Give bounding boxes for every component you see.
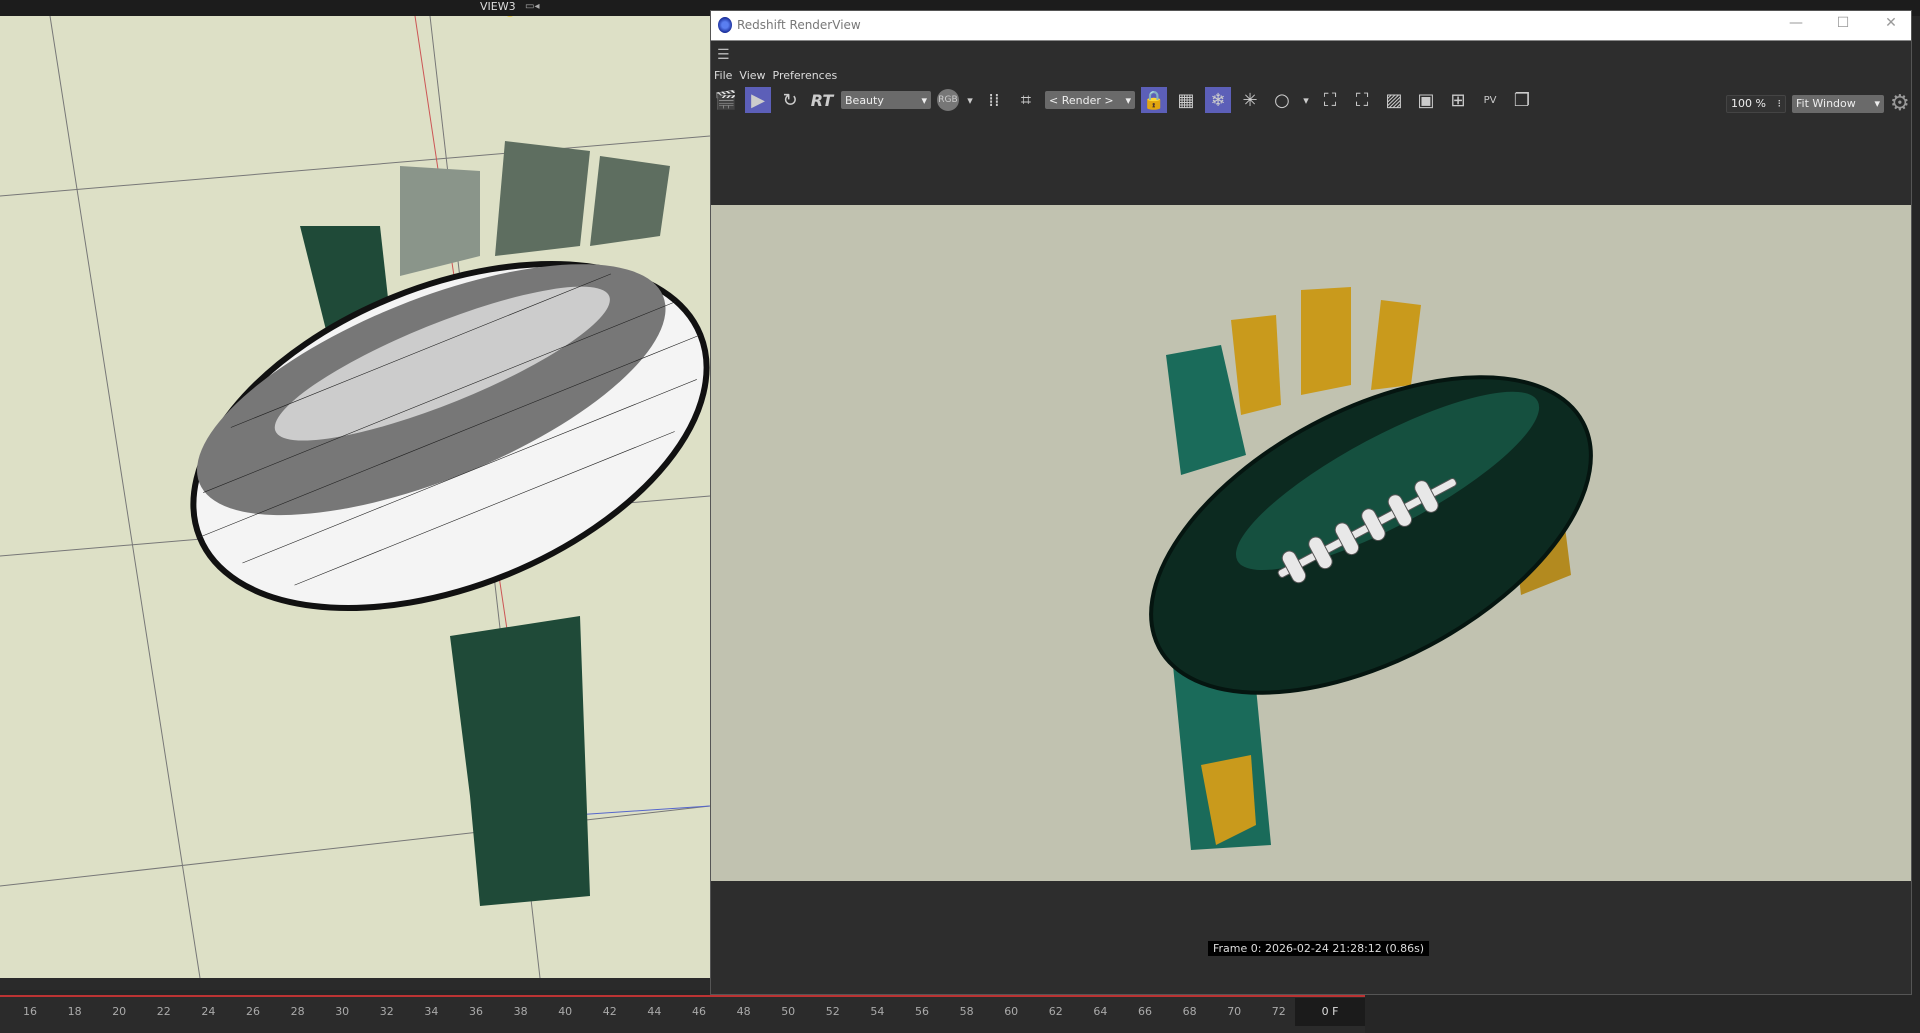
window-title: Redshift RenderView xyxy=(737,18,861,32)
timeline-tick: 54 xyxy=(870,1005,885,1018)
minimize-button[interactable]: — xyxy=(1786,15,1806,31)
grid-icon[interactable]: ▦ xyxy=(1173,87,1199,113)
chevron-down-icon: ▾ xyxy=(1874,97,1880,110)
timeline-tick: 62 xyxy=(1048,1005,1063,1018)
timeline-tick: 34 xyxy=(424,1005,439,1018)
clapper-icon[interactable]: 🎬 xyxy=(713,87,739,113)
viewport-scene xyxy=(0,16,710,978)
timeline-tick: 36 xyxy=(469,1005,483,1018)
image-icon[interactable]: ▣ xyxy=(1413,87,1439,113)
dot-grid-icon[interactable]: ⁞⁞ xyxy=(981,87,1007,113)
aov-select[interactable]: Beauty ▾ xyxy=(841,91,931,109)
renderview-window: Redshift RenderView — ☐ ✕ ☰ File View Pr… xyxy=(710,10,1912,995)
timeline-tick: 22 xyxy=(156,1005,171,1018)
timeline-tick: 24 xyxy=(201,1005,216,1018)
fit-select[interactable]: Fit Window ▾ xyxy=(1792,94,1884,113)
chevron-down-icon[interactable]: ▾ xyxy=(965,87,975,113)
timeline-tick: 40 xyxy=(558,1005,573,1018)
timeline-tick: 16 xyxy=(23,1005,37,1018)
rendered-football-scene xyxy=(1149,287,1593,850)
aov-select-value: Beauty xyxy=(845,93,884,107)
timeline-tick: 66 xyxy=(1138,1005,1152,1018)
snowflake-g-icon[interactable]: ✳ xyxy=(1237,87,1263,113)
rgb-button[interactable]: RGB xyxy=(937,89,959,111)
fit-select-value: Fit Window xyxy=(1796,97,1856,110)
lock-icon[interactable]: 🔒 xyxy=(1141,87,1167,113)
timeline-tick: 48 xyxy=(736,1005,751,1018)
rt-button[interactable]: RT xyxy=(809,87,835,113)
camera-select[interactable]: < Render > ▾ xyxy=(1045,91,1135,109)
timeline-tick: 42 xyxy=(602,1005,617,1018)
timeline-tick: 58 xyxy=(959,1005,974,1018)
zoom-controls: 100 % ⁝ Fit Window ▾ ⚙ xyxy=(1726,91,1910,116)
timeline-tick: 20 xyxy=(112,1005,127,1018)
3d-viewport[interactable] xyxy=(0,16,710,978)
timeline-tick: 26 xyxy=(246,1005,260,1018)
hamburger-menu-icon[interactable]: ☰ xyxy=(717,47,730,63)
menu-bar: File View Preferences xyxy=(714,69,837,82)
zoom-input[interactable]: 100 % ⁝ xyxy=(1726,94,1786,113)
timeline-tick: 68 xyxy=(1182,1005,1197,1018)
redshift-logo-icon xyxy=(718,17,732,33)
menu-preferences[interactable]: Preferences xyxy=(773,69,838,82)
timeline-tick: 46 xyxy=(692,1005,706,1018)
render-image xyxy=(711,205,1911,881)
hatch-icon[interactable]: ▨ xyxy=(1381,87,1407,113)
frame-info: Frame 0: 2026-02-24 21:28:12 (0.86s) xyxy=(1208,941,1430,956)
timeline-tick: 18 xyxy=(67,1005,82,1018)
refresh-icon[interactable]: ↻ xyxy=(777,87,803,113)
timeline-tick: 50 xyxy=(781,1005,796,1018)
timeline-ruler[interactable]: 16 18 20 22 24 26 28 30 32 34 36 38 40 42 44 46 48 50 52 54… xyxy=(0,995,1365,1033)
close-button[interactable]: ✕ xyxy=(1881,15,1901,31)
zoom-value: 100 % xyxy=(1731,97,1766,110)
region-icon[interactable]: ⛶ xyxy=(1349,87,1375,113)
copy-icon[interactable]: ❐ xyxy=(1509,87,1535,113)
pv-button[interactable]: PV xyxy=(1477,87,1503,113)
add-snapshot-icon[interactable]: ⊞ xyxy=(1445,87,1471,113)
viewport-label: VIEW3 xyxy=(480,0,516,13)
crop-icon[interactable]: ⌗ xyxy=(1013,87,1039,113)
menu-view[interactable]: View xyxy=(739,69,765,82)
timeline-tick: 52 xyxy=(825,1005,840,1018)
timeline-tick: 72 xyxy=(1271,1005,1286,1018)
snowflake-icon[interactable]: ❄ xyxy=(1205,87,1231,113)
timeline-tick: 38 xyxy=(513,1005,528,1018)
timeline-tick: 28 xyxy=(290,1005,305,1018)
timeline-tick: 30 xyxy=(335,1005,350,1018)
title-bar: Redshift RenderView — ☐ ✕ xyxy=(711,11,1911,41)
focus-icon[interactable]: ⛶ xyxy=(1317,87,1343,113)
gear-icon[interactable]: ⚙ xyxy=(1890,91,1910,116)
chevron-down-icon[interactable]: ▾ xyxy=(1301,87,1311,113)
stepper-icon[interactable]: ⁝ xyxy=(1778,97,1782,110)
timeline-tick: 70 xyxy=(1227,1005,1242,1018)
timeline-tick: 64 xyxy=(1093,1005,1108,1018)
camera-select-value: < Render > xyxy=(1049,93,1114,107)
chevron-down-icon: ▾ xyxy=(921,93,927,107)
circle-icon[interactable]: ○ xyxy=(1269,87,1295,113)
play-render-button[interactable]: ▶ xyxy=(745,87,771,113)
timeline-tick: 44 xyxy=(647,1005,662,1018)
viewport-footer xyxy=(0,978,710,990)
chevron-down-icon: ▾ xyxy=(1125,93,1131,107)
maximize-button[interactable]: ☐ xyxy=(1833,15,1853,31)
menu-file[interactable]: File xyxy=(714,69,732,82)
timeline-tick: 56 xyxy=(915,1005,929,1018)
timeline-tick: 32 xyxy=(379,1005,394,1018)
timeline-tick: 60 xyxy=(1004,1005,1019,1018)
current-frame-field[interactable]: 0 F xyxy=(1295,998,1365,1026)
camera-icon[interactable]: ▭◂ xyxy=(525,1,539,12)
